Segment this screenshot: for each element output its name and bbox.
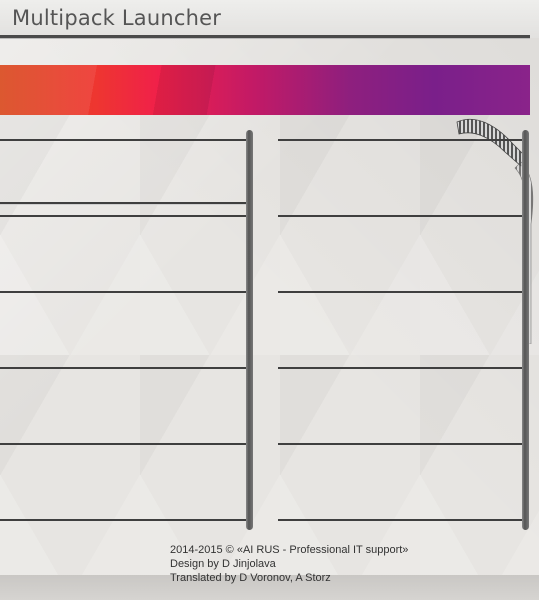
left-slot-4[interactable] <box>0 369 246 443</box>
right-slot-1[interactable] <box>278 141 522 215</box>
app-title: Multipack Launcher <box>12 6 222 30</box>
footer-translation-credit: Translated by D Voronov, A Storz <box>170 572 331 584</box>
header-banner <box>0 65 530 115</box>
left-slot-3[interactable] <box>0 293 246 367</box>
right-slot-line-6 <box>278 519 522 521</box>
right-slot-2[interactable] <box>278 217 522 291</box>
right-slot-4[interactable] <box>278 369 522 443</box>
title-divider <box>0 35 530 39</box>
right-column-scrollbar[interactable] <box>522 130 529 530</box>
right-slot-5[interactable] <box>278 445 522 519</box>
left-slot-5[interactable] <box>0 445 246 519</box>
left-slot-line-6 <box>0 519 246 521</box>
footer-design-credit: Design by D Jinjolava <box>170 558 276 570</box>
footer-copyright: 2014-2015 © «AI RUS - Professional IT su… <box>170 544 409 556</box>
right-slot-3[interactable] <box>278 293 522 367</box>
title-bar: Multipack Launcher <box>0 0 539 38</box>
left-slot-1[interactable] <box>0 141 246 215</box>
left-slot-2[interactable] <box>0 217 246 291</box>
left-column-scrollbar[interactable] <box>246 130 253 530</box>
